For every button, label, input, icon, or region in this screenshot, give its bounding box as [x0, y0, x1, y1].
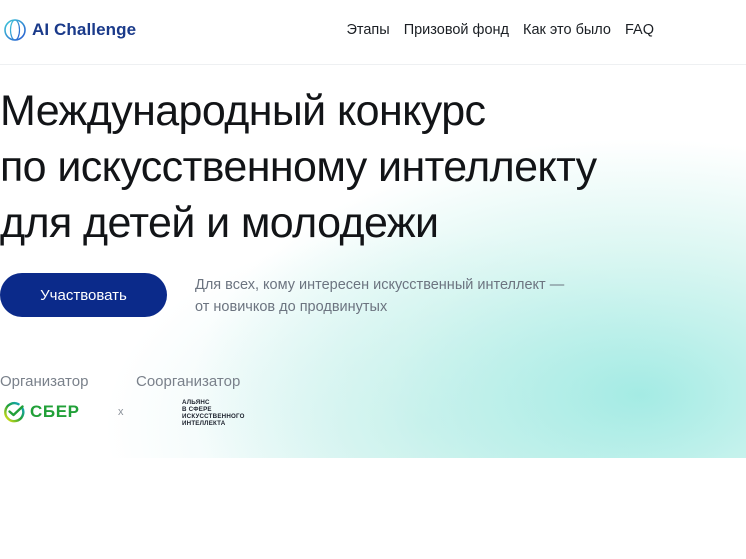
subtext-line: Для всех, кому интересен искусственный и… [195, 277, 565, 293]
coorganizer-label: Соорганизатор [136, 373, 241, 390]
nav-item-stages[interactable]: Этапы [346, 22, 389, 38]
globe-logo-icon [4, 19, 26, 41]
hero-subtext: Для всех, кому интересен искусственный и… [195, 274, 564, 318]
logo-text: AI Challenge [32, 20, 137, 39]
site-header: AI Challenge Этапы Призовой фонд Как это… [0, 0, 746, 65]
sber-logo[interactable]: СБЕР [3, 401, 80, 423]
headline-line: для детей и молодежи [0, 199, 439, 247]
sber-check-icon [4, 401, 25, 423]
main-nav: Этапы Призовой фонд Как это было FAQ [332, 22, 654, 38]
hero-section: Международный конкурс по искусственному … [0, 65, 746, 458]
hero-headline: Международный конкурс по искусственному … [0, 83, 597, 251]
subtext-line: от новичков до продвинутых [195, 299, 388, 315]
nav-item-prize-fund[interactable]: Призовой фонд [404, 22, 509, 38]
ai-alliance-logo[interactable]: АЛЬЯНС В СФЕРЕ ИСКУССТВЕННОГО ИНТЕЛЛЕКТА [136, 398, 245, 428]
ai-challenge-logo[interactable]: AI Challenge [4, 19, 136, 41]
nav-item-how-it-was[interactable]: Как это было [523, 22, 611, 38]
nav-item-faq[interactable]: FAQ [625, 22, 654, 38]
headline-line: Международный конкурс [0, 87, 486, 135]
headline-line: по искусственному интеллекту [0, 143, 597, 191]
alliance-text-line: АЛЬЯНС [182, 398, 210, 406]
alliance-wave-icon [137, 399, 175, 427]
separator-x: x [118, 406, 124, 418]
alliance-text: АЛЬЯНС В СФЕРЕ ИСКУССТВЕННОГО ИНТЕЛЛЕКТА [182, 399, 245, 428]
alliance-text-line: ИНТЕЛЛЕКТА [182, 420, 226, 428]
participate-button[interactable]: Участвовать [0, 273, 167, 317]
alliance-text-line: ИСКУССТВЕННОГО [182, 413, 245, 420]
organizer-label: Организатор [0, 373, 89, 390]
alliance-text-line: В СФЕРЕ [182, 405, 212, 413]
sber-text: СБЕР [30, 402, 80, 421]
